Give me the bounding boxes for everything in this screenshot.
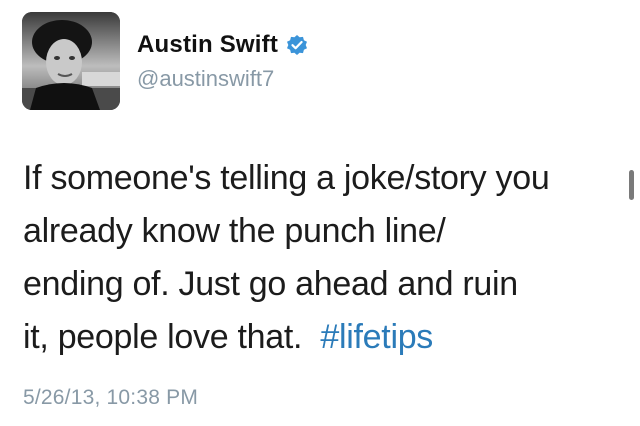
verified-badge-icon xyxy=(286,34,308,56)
tweet-line: ending of. Just go ahead and ruin xyxy=(23,265,518,303)
display-name[interactable]: Austin Swift xyxy=(137,31,278,59)
tweet-text: If someone's telling a joke/story you alr… xyxy=(23,152,623,364)
tweet-line: it, people love that. xyxy=(23,318,303,356)
hashtag-link[interactable]: #lifetips xyxy=(320,318,433,356)
profile-photo-icon xyxy=(22,12,120,110)
avatar[interactable] xyxy=(22,12,120,110)
tweet-timestamp[interactable]: 5/26/13, 10:38 PM xyxy=(23,386,198,410)
tweet-line: already know the punch line/ xyxy=(23,212,446,250)
tweet-card: Austin Swift @austinswift7 If someone's … xyxy=(0,0,640,426)
user-handle[interactable]: @austinswift7 xyxy=(137,66,274,92)
tweet-line: If someone's telling a joke/story you xyxy=(23,159,550,197)
name-row: Austin Swift xyxy=(137,30,308,60)
scrollbar[interactable] xyxy=(629,170,634,200)
